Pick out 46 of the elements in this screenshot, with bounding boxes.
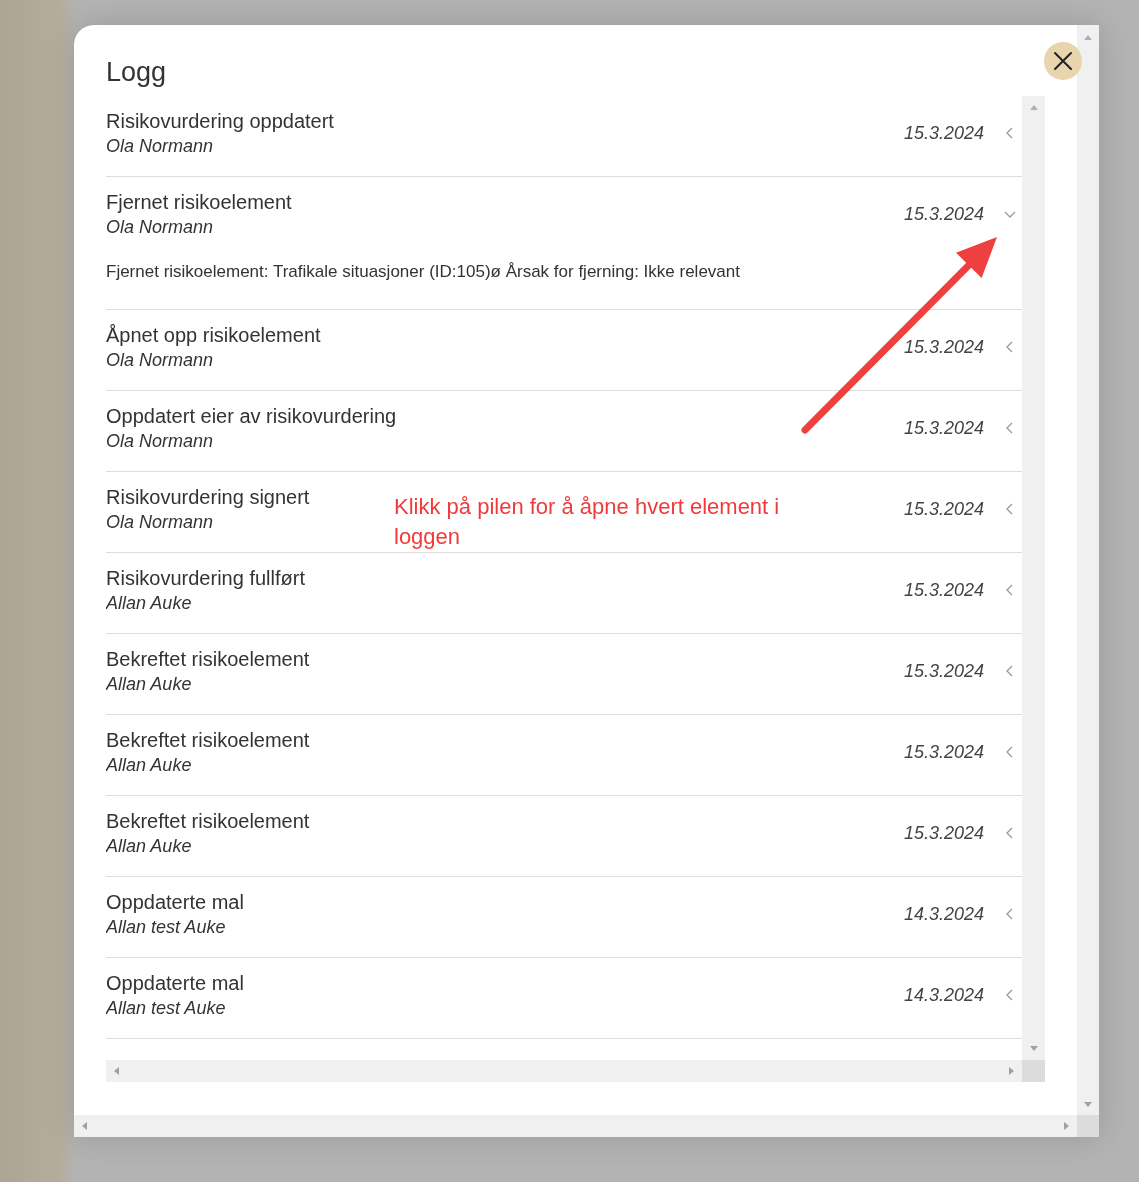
entry-date: 14.3.2024 — [903, 984, 984, 1006]
entry-date: 15.3.2024 — [903, 203, 984, 225]
scrollbar[interactable] — [106, 1060, 1022, 1082]
entry-date: 15.3.2024 — [903, 336, 984, 358]
scrollbar-corner — [1022, 1060, 1045, 1082]
scrollbar-corner — [1077, 1115, 1099, 1137]
close-icon — [1053, 51, 1073, 71]
entry-title: Risikovurdering signert — [106, 485, 310, 510]
scroll-up-icon[interactable] — [1084, 35, 1092, 40]
entry-title: Fjernet risikoelement — [106, 190, 292, 215]
entry-user: Ola Normann — [106, 349, 214, 372]
entry-title: Risikovurdering fullført — [106, 566, 305, 591]
entry-user: Ola Normann — [106, 430, 214, 453]
entry-date: 15.3.2024 — [903, 122, 984, 144]
entry-details: Fjernet risikoelement: Trafikale situasjoner (ID:105)ø Årsak for fjerning: Ikke relevant — [106, 261, 741, 283]
scroll-right-icon[interactable] — [1009, 1067, 1014, 1075]
scrollbar[interactable] — [74, 1115, 1077, 1137]
entry-date: 14.3.2024 — [903, 903, 984, 925]
entry-title: Risikovurdering oppdatert — [106, 109, 334, 134]
entry-title: Åpnet opp risikoelement — [106, 323, 321, 348]
scroll-left-icon[interactable] — [82, 1122, 87, 1130]
scroll-down-icon[interactable] — [1029, 1046, 1038, 1051]
entry-title: Bekreftet risikoelement — [106, 647, 310, 672]
scroll-down-icon[interactable] — [1084, 1102, 1092, 1107]
scrollbar[interactable] — [1022, 96, 1045, 1060]
entry-date: 15.3.2024 — [903, 579, 984, 601]
entry-date: 15.3.2024 — [903, 822, 984, 844]
entry-title: Oppdaterte mal — [106, 971, 244, 996]
entry-title: Bekreftet risikoelement — [106, 809, 310, 834]
entry-user: Ola Normann — [106, 135, 214, 158]
scroll-right-icon[interactable] — [1064, 1122, 1069, 1130]
entry-date: 15.3.2024 — [903, 741, 984, 763]
scroll-left-icon[interactable] — [114, 1067, 119, 1075]
scroll-up-icon[interactable] — [1029, 105, 1038, 110]
close-button[interactable] — [1044, 42, 1082, 80]
entry-title: Oppdaterte mal — [106, 890, 244, 915]
entry-user: Ola Normann — [106, 216, 214, 239]
entry-title: Bekreftet risikoelement — [106, 728, 310, 753]
scrollbar[interactable] — [1077, 25, 1099, 1115]
entry-date: 15.3.2024 — [903, 660, 984, 682]
entry-user: Ola Normann — [106, 511, 214, 534]
entry-date: 15.3.2024 — [903, 498, 984, 520]
entry-date: 15.3.2024 — [903, 417, 984, 439]
annotation-text: Klikk på pilen for å åpne hvert element i loggen — [394, 493, 781, 551]
dialog-title: Logg — [106, 56, 168, 89]
entry-title: Oppdatert eier av risikovurdering — [106, 404, 397, 429]
